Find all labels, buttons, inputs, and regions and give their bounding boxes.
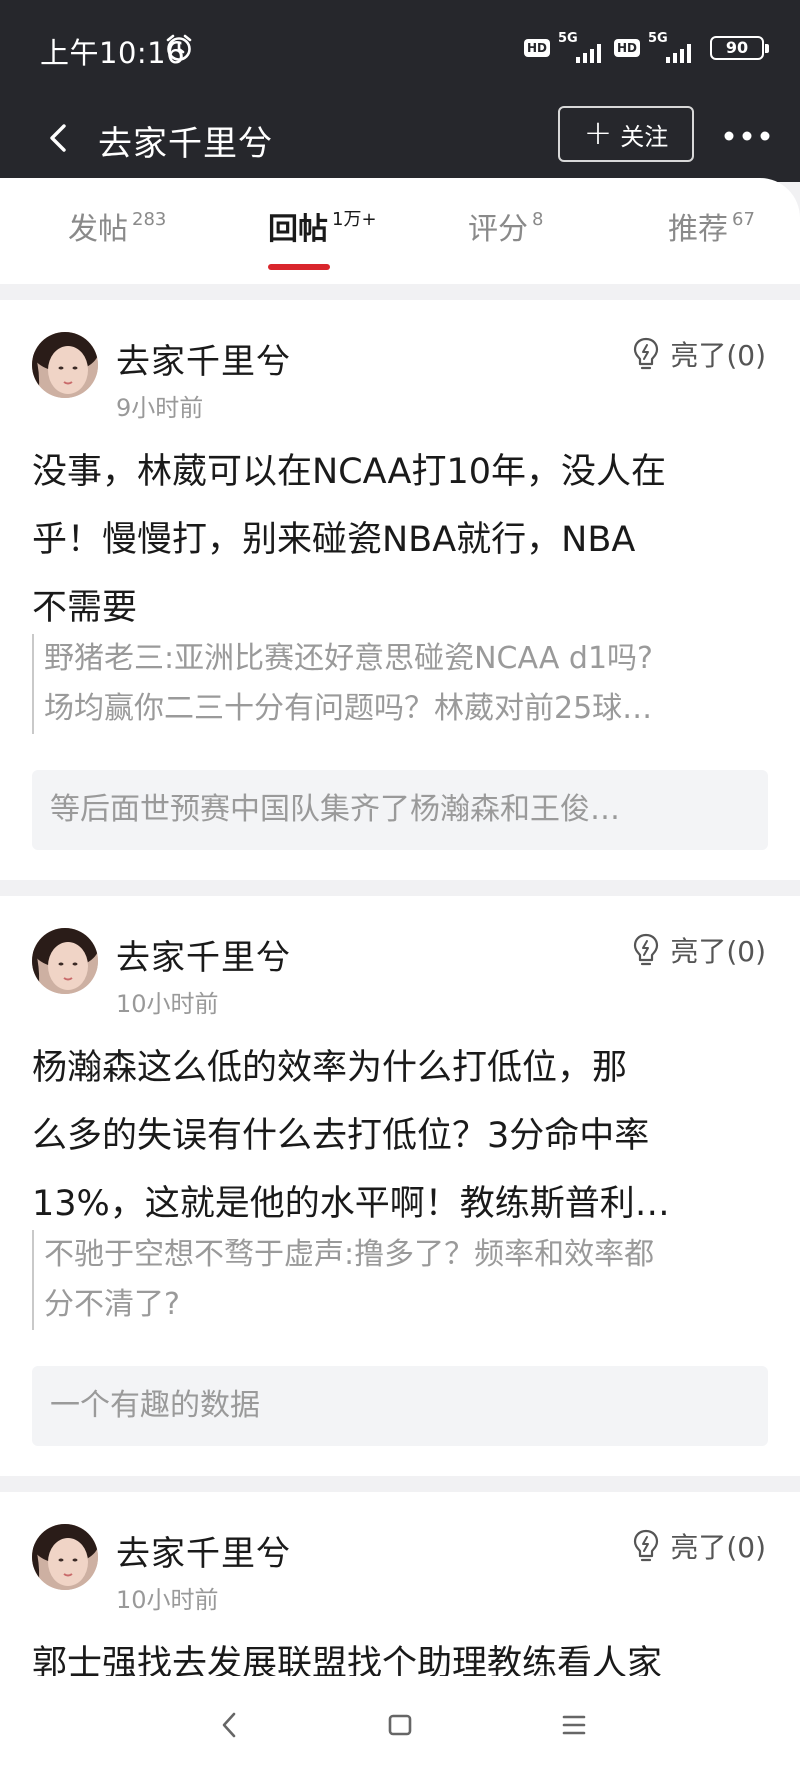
follow-label: 关注 [620,122,669,151]
lightbulb-icon [634,933,659,966]
follow-button[interactable]: + 关注 [558,106,694,162]
user-name[interactable]: 去家千里兮 [116,930,291,979]
nav-header: 去家千里兮 + 关注 [0,96,800,182]
original-post-link[interactable]: 一个有趣的数据 [32,1366,768,1446]
nav-back-icon[interactable] [218,1710,240,1740]
like-button[interactable]: 亮了(0) [632,334,766,374]
tab-count: 8 [532,209,544,230]
like-count: 亮了(0) [670,935,766,968]
user-name[interactable]: 去家千里兮 [116,334,291,383]
user-name[interactable]: 去家千里兮 [116,1526,291,1575]
nav-home-icon[interactable] [386,1710,414,1740]
quoted-reply[interactable]: 不驰于空想不骛于虚声:撸多了？频率和效率都 分不清了? [32,1230,772,1330]
content-line: 乎！慢慢打，别来碰瓷NBA就行，NBA [32,520,636,560]
reply-content: 没事，林葳可以在NCAA打10年，没人在 乎！慢慢打，别来碰瓷NBA就行，NBA… [32,438,770,642]
avatar[interactable] [32,332,98,398]
profile-tabs: 发帖 283 回帖 1万+ 评分 8 推荐 67 [0,178,800,284]
reply-card[interactable]: 去家千里兮 9小时前 亮了(0) 没事，林葳可以在NCAA打10年，没人在 乎！… [0,300,800,880]
tab-label: 回帖 [268,212,328,247]
post-time: 10小时前 [116,990,219,1018]
top-bar: 上午10:16 HD 5G HD 5G 90 去家千里兮 + 关注 [0,0,800,182]
status-indicators: HD 5G HD 5G 90 [523,31,769,64]
hd-badge: HD [613,39,640,57]
alarm-clock-icon [166,34,192,61]
content-line: 不需要 [32,588,138,628]
like-count: 亮了(0) [670,1531,766,1564]
reply-card[interactable]: 去家千里兮 10小时前 亮了(0) 郭士强找去发展联盟找个助理教练看人家 [0,1492,800,1676]
battery-icon: 90 [710,36,769,60]
tab-count: 1万+ [332,209,377,230]
tab-posts[interactable]: 发帖 283 [68,204,166,248]
hd-badge: HD [523,39,550,57]
quote-line: 不驰于空想不骛于虚声:撸多了？频率和效率都 [44,1237,655,1272]
reply-content: 郭士强找去发展联盟找个助理教练看人家 [32,1630,770,1676]
tab-replies[interactable]: 回帖 1万+ [268,204,377,248]
signal-icon: 5G [557,31,606,63]
tab-count: 283 [132,209,167,230]
tab-ratings[interactable]: 评分 8 [468,204,543,248]
tab-label: 推荐 [668,212,728,247]
more-options-icon[interactable] [724,126,770,146]
quoted-reply[interactable]: 野猪老三:亚洲比赛还好意思碰瓷NCAA d1吗? 场均赢你二三十分有问题吗？林葳… [32,634,772,734]
avatar[interactable] [32,928,98,994]
content-line: 13%，这就是他的水平啊！教练斯普利… [32,1184,670,1224]
post-time: 10小时前 [116,1586,219,1614]
tab-label: 评分 [468,212,528,247]
page-title: 去家千里兮 [98,124,273,164]
avatar[interactable] [32,1524,98,1590]
plus-icon: + [583,112,613,153]
quote-line: 野猪老三:亚洲比赛还好意思碰瓷NCAA d1吗? [44,641,653,676]
like-button[interactable]: 亮了(0) [632,930,766,970]
tab-count: 67 [732,209,755,230]
lightbulb-icon [634,1529,659,1562]
signal-icon: 5G [648,31,696,63]
post-time: 9小时前 [116,394,204,422]
like-button[interactable]: 亮了(0) [632,1526,766,1566]
active-tab-indicator [268,264,330,270]
like-count: 亮了(0) [670,339,766,372]
content-line: 杨瀚森这么低的效率为什么打低位，那 [32,1048,628,1088]
content-line: 郭士强找去发展联盟找个助理教练看人家 [32,1644,663,1676]
reply-card[interactable]: 去家千里兮 10小时前 亮了(0) 杨瀚森这么低的效率为什么打低位，那 么多的失… [0,896,800,1476]
quote-line: 分不清了? [44,1287,180,1322]
nav-menu-icon[interactable] [560,1710,588,1740]
original-post-link[interactable]: 等后面世预赛中国队集齐了杨瀚森和王俊… [32,770,768,850]
network-type-label: 5G [557,31,578,46]
quote-line: 场均赢你二三十分有问题吗？林葳对前25球… [44,691,653,726]
network-type-label: 5G [648,31,668,46]
content-line: 没事，林葳可以在NCAA打10年，没人在 [32,452,667,492]
tab-label: 发帖 [68,212,128,247]
tab-recommended[interactable]: 推荐 67 [668,204,755,248]
content-line: 么多的失误有什么去打低位？3分命中率 [32,1116,650,1156]
system-nav-bar [0,1676,800,1778]
lightbulb-icon [634,337,659,370]
back-arrow-icon[interactable] [44,118,72,158]
reply-content: 杨瀚森这么低的效率为什么打低位，那 么多的失误有什么去打低位？3分命中率 13%… [32,1034,770,1238]
status-bar: 上午10:16 HD 5G HD 5G 90 [0,0,800,96]
battery-level: 90 [725,38,749,57]
